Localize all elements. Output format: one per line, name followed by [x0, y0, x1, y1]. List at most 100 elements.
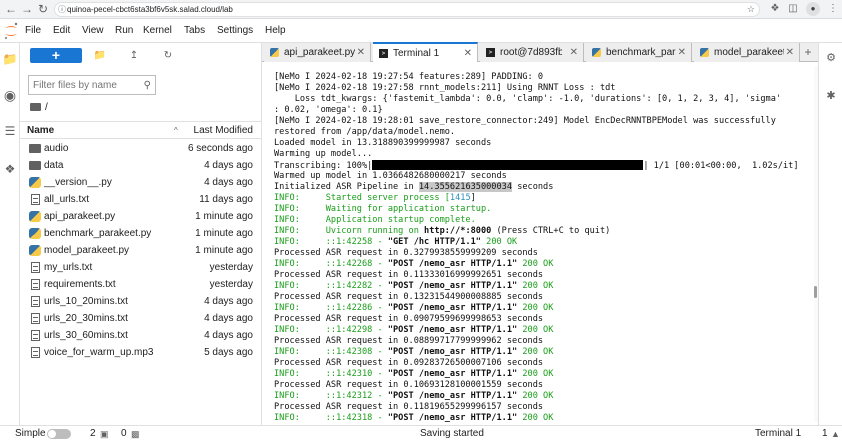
line-part: seconds	[512, 182, 554, 192]
menu-kernel[interactable]: Kernel	[143, 24, 172, 38]
file-row[interactable]: audio 6 seconds ago	[20, 140, 261, 157]
toc-icon[interactable]: ☰	[2, 123, 18, 139]
more-icon[interactable]: ⋮	[826, 2, 840, 16]
terminal-status-icon[interactable]: ▩	[131, 428, 140, 440]
debugger-icon[interactable]: ✱	[824, 89, 838, 103]
close-icon[interactable]: ✕	[357, 46, 365, 59]
tab-label: Terminal 1	[393, 48, 440, 59]
extensions-icon[interactable]: ❖	[768, 2, 782, 16]
file-row[interactable]: urls_10_20mins.txt 4 days ago	[20, 293, 261, 310]
terminal-line: INFO: Application startup complete.	[274, 215, 476, 225]
menu-edit[interactable]: Edit	[53, 24, 70, 38]
menu-run[interactable]: Run	[115, 24, 133, 38]
refresh-icon[interactable]: ↻	[160, 48, 176, 63]
folder-icon	[30, 103, 41, 111]
tab-model-parakeet[interactable]: model_parakeet. ✕	[694, 43, 800, 62]
sort-caret-icon[interactable]: ^	[174, 125, 178, 137]
kernel-count[interactable]: 2	[90, 428, 96, 440]
menu-file[interactable]: File	[25, 24, 41, 38]
file-row[interactable]: benchmark_parakeet.py 1 minute ago	[20, 225, 261, 242]
file-row[interactable]: model_parakeet.py 1 minute ago	[20, 242, 261, 259]
add-tab-icon[interactable]: +	[800, 44, 816, 60]
file-name: data	[44, 160, 64, 171]
python-file-icon	[29, 211, 41, 222]
site-info-icon[interactable]: ⓘ	[58, 3, 66, 16]
file-row[interactable]: urls_20_30mins.txt 4 days ago	[20, 310, 261, 327]
close-icon[interactable]: ✕	[570, 46, 578, 59]
terminal-output[interactable]: [NeMo I 2024-02-18 19:27:54 features:289…	[266, 66, 814, 422]
filter-input[interactable]	[33, 79, 137, 92]
info-prefix: INFO: ::1:42286 -	[274, 303, 388, 313]
file-row[interactable]: api_parakeet.py 1 minute ago	[20, 208, 261, 225]
breadcrumb[interactable]: /	[30, 101, 48, 115]
status-ok: 200 OK	[517, 369, 554, 379]
running-icon[interactable]: ◉	[2, 87, 18, 103]
file-row[interactable]: requirements.txt yesterday	[20, 276, 261, 293]
terminal-line: : 0.02, 'omega': 0.1}	[274, 105, 383, 115]
new-folder-icon[interactable]: 📁	[92, 48, 108, 63]
file-row[interactable]: all_urls.txt 11 days ago	[20, 191, 261, 208]
browser-toolbar: ← → ↻ ⓘ quinoa-pecel-cbct6sta3bf6v5sk.sa…	[0, 0, 842, 19]
terminal-line: Processed ASR request in 0.0928372650000…	[274, 358, 544, 368]
terminal-line: INFO: ::1:42308 - "POST /nemo_asr HTTP/1…	[274, 347, 553, 358]
back-arrow-icon[interactable]: ←	[3, 1, 19, 17]
file-name: model_parakeet.py	[44, 245, 130, 256]
server-url: http://*:8000	[424, 226, 492, 236]
tab-api-parakeet[interactable]: api_parakeet.py ✕	[264, 43, 371, 62]
tab-root-terminal[interactable]: > root@7d893fbe- ✕	[480, 43, 584, 62]
info-prefix: INFO: ::1:42318 -	[274, 413, 388, 422]
file-modified: 1 minute ago	[195, 228, 253, 239]
breadcrumb-root[interactable]: /	[45, 102, 48, 113]
upload-icon[interactable]: ↥	[126, 48, 142, 63]
bell-icon[interactable]: ▲	[831, 428, 840, 440]
scrollbar-thumb[interactable]	[814, 286, 817, 298]
property-inspector-icon[interactable]: ⚙	[824, 51, 838, 65]
column-name[interactable]: Name	[27, 125, 54, 137]
menu-settings[interactable]: Settings	[217, 24, 253, 38]
tab-label: model_parakeet.	[714, 47, 784, 58]
close-icon[interactable]: ✕	[786, 46, 794, 59]
terminal-count[interactable]: 0	[121, 428, 127, 440]
info-prefix: INFO: ::1:42298 -	[274, 325, 388, 335]
file-row[interactable]: urls_30_60mins.txt 4 days ago	[20, 327, 261, 344]
tab-benchmark-parakeet[interactable]: benchmark_para ✕	[586, 43, 692, 62]
file-row[interactable]: __version__.py 4 days ago	[20, 174, 261, 191]
text-file-icon	[31, 330, 40, 341]
sidebar-icon[interactable]: ◫	[786, 2, 800, 16]
close-icon[interactable]: ✕	[678, 46, 686, 59]
selected-text: 14.355621635000034	[418, 182, 513, 192]
file-row[interactable]: data 4 days ago	[20, 157, 261, 174]
tab-terminal-1[interactable]: > Terminal 1 ✕	[373, 42, 478, 62]
menu-view[interactable]: View	[82, 24, 104, 38]
menu-help[interactable]: Help	[265, 24, 286, 38]
filter-box[interactable]: ⚲	[28, 75, 156, 95]
star-icon[interactable]: ☆	[747, 3, 755, 16]
file-modified: yesterday	[209, 279, 253, 290]
profile-icon[interactable]: ●	[806, 2, 820, 16]
folder-icon	[29, 161, 41, 170]
request-text: "POST /nemo_asr HTTP/1.1"	[387, 259, 518, 269]
status-ok: 200 OK	[517, 391, 554, 401]
menu-tabs[interactable]: Tabs	[184, 24, 205, 38]
terminal-line: Processed ASR request in 0.0889971779999…	[274, 336, 544, 346]
terminal-line: Processed ASR request in 0.3279938559999…	[274, 248, 538, 258]
process-id: 1415	[449, 193, 471, 203]
url-text[interactable]: quinoa-pecel-cbct6sta3bf6v5sk.salad.clou…	[67, 4, 233, 16]
folder-icon[interactable]: 📁	[2, 51, 18, 67]
text-file-icon	[31, 296, 40, 307]
progress-stats: | 1/1 [00:01<00:00, 1.02s/it]	[643, 161, 799, 171]
status-ok: 200 OK	[480, 237, 518, 247]
extension-puzzle-icon[interactable]: ❖	[2, 161, 18, 177]
file-row[interactable]: voice_for_warm_up.mp3 5 days ago	[20, 344, 261, 361]
reload-icon[interactable]: ↻	[35, 1, 51, 17]
new-launcher-button[interactable]: +	[30, 48, 82, 63]
simple-mode-toggle[interactable]	[47, 429, 71, 439]
column-last-modified[interactable]: Last Modified	[194, 125, 253, 137]
terminal-line: Processed ASR request in 0.1133301699999…	[274, 270, 544, 280]
address-bar[interactable]: ⓘ quinoa-pecel-cbct6sta3bf6v5sk.salad.cl…	[54, 2, 760, 17]
forward-arrow-icon[interactable]: →	[19, 1, 35, 17]
close-icon[interactable]: ✕	[464, 47, 472, 60]
kernel-icon[interactable]: ▣	[100, 428, 109, 440]
terminal-line: Initialized ASR Pipeline in 14.355621635…	[274, 182, 553, 193]
file-row[interactable]: my_urls.txt yesterday	[20, 259, 261, 276]
